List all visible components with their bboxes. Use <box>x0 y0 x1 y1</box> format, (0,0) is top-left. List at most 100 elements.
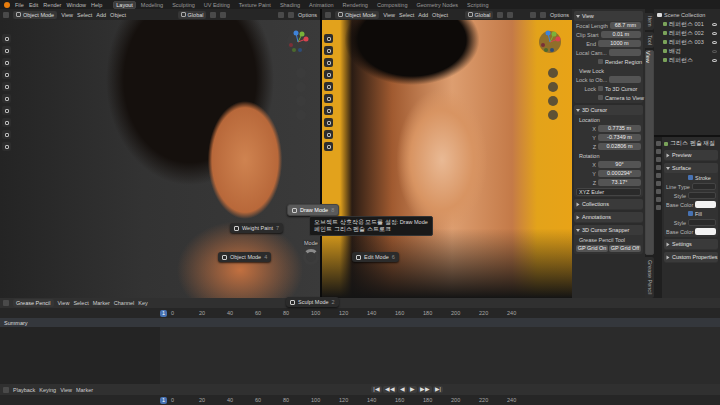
sidebar-tab[interactable]: Grease Pencil <box>645 257 654 298</box>
checkbox[interactable] <box>688 175 693 180</box>
property-field[interactable]: 0.7735 m <box>598 125 641 132</box>
playback-button[interactable]: ◀ <box>398 386 407 393</box>
menu-item[interactable]: Render <box>43 2 61 8</box>
menu-item[interactable]: View <box>60 387 72 393</box>
checkbox-label[interactable]: Fill <box>695 211 702 217</box>
menu-item[interactable]: Window <box>66 2 86 8</box>
tool-icon[interactable] <box>324 82 333 91</box>
dropdown[interactable]: XYZ Euler <box>576 188 641 196</box>
current-frame[interactable]: 1 <box>160 397 167 404</box>
menu-item[interactable]: View <box>58 300 70 306</box>
tool-icon[interactable] <box>324 130 333 139</box>
property-field[interactable]: 73.17° <box>598 179 641 186</box>
pie-item[interactable]: Object Mode4 <box>218 252 271 262</box>
playback-button[interactable]: |◀ <box>371 386 381 393</box>
workspace-tab[interactable]: Sculpting <box>168 1 199 9</box>
channel-row[interactable]: Summary <box>0 318 720 327</box>
eye-icon[interactable] <box>712 41 717 44</box>
visibility-icon[interactable] <box>530 12 536 18</box>
workspace-tab[interactable]: UV Editing <box>200 1 234 9</box>
property-field[interactable]: 0.02806 m <box>598 143 641 150</box>
grid-icon[interactable] <box>296 110 306 120</box>
zoom-icon[interactable] <box>296 68 306 78</box>
disclosure-icon[interactable] <box>577 215 580 219</box>
visibility-icon[interactable] <box>278 12 284 18</box>
playback-button[interactable]: ▶▶ <box>418 386 432 393</box>
pie-item[interactable]: Edit Mode6 <box>352 252 399 262</box>
tool-icon[interactable] <box>324 94 333 103</box>
checkbox[interactable] <box>688 211 693 216</box>
workspace-tab[interactable]: Layout <box>113 1 136 9</box>
panel-header[interactable]: Preview <box>664 150 718 160</box>
menu-item[interactable]: Channel <box>114 300 135 306</box>
outliner-item[interactable]: 레퍼런스 001 <box>656 20 718 28</box>
outliner-item[interactable]: 배경 <box>656 47 718 55</box>
workspace-tab[interactable]: Scripting <box>463 1 492 9</box>
workspace-tab[interactable]: Rendering <box>339 1 372 9</box>
tool-icon[interactable] <box>324 70 333 79</box>
panel-header[interactable]: 3D Cursor Snapper <box>574 225 643 235</box>
tool-icon[interactable] <box>2 130 11 139</box>
editor-type-icon[interactable] <box>3 12 9 18</box>
pan-icon[interactable] <box>548 82 558 92</box>
color-swatch[interactable] <box>695 201 716 208</box>
grid-icon[interactable] <box>548 110 558 120</box>
menu-item[interactable]: Add <box>418 12 428 18</box>
tool-icon[interactable] <box>2 46 11 55</box>
menu-item[interactable]: Select <box>73 300 88 306</box>
color-swatch[interactable] <box>695 228 716 235</box>
orientation-dropdown[interactable]: Global <box>465 11 494 19</box>
proportional-icon[interactable] <box>507 12 513 18</box>
menu-item[interactable]: Keying <box>39 387 56 393</box>
mode-dropdown[interactable]: Object Mode <box>335 11 379 19</box>
workspace-tab[interactable]: Shading <box>276 1 304 9</box>
disclosure-icon[interactable] <box>576 229 580 232</box>
camera-icon[interactable] <box>296 96 306 106</box>
tool-icon[interactable] <box>2 70 11 79</box>
workspace-tab[interactable]: Compositing <box>373 1 412 9</box>
outliner-item[interactable]: 레퍼런스 <box>656 56 718 64</box>
sidebar-tab[interactable]: Tool <box>645 32 654 48</box>
menu-item[interactable]: File <box>15 2 24 8</box>
property-field[interactable]: -0.7349 m <box>598 134 641 141</box>
properties-tab-icon[interactable] <box>656 197 661 202</box>
checkbox[interactable] <box>598 95 603 100</box>
panel-header[interactable]: Surface <box>664 163 718 173</box>
properties-tab-icon[interactable] <box>656 189 661 194</box>
menu-item[interactable]: View <box>383 12 395 18</box>
tool-icon[interactable] <box>2 34 11 43</box>
properties-tab-icon[interactable] <box>656 157 661 162</box>
disclosure-icon[interactable] <box>577 202 580 206</box>
snap-icon[interactable] <box>210 12 216 18</box>
properties-tab-icon[interactable] <box>656 181 661 186</box>
tool-button[interactable]: GP Grid Off <box>609 245 641 252</box>
eye-icon[interactable] <box>712 32 717 35</box>
sidebar-tab[interactable]: Item <box>645 13 654 30</box>
outliner-item[interactable]: 레퍼런스 003 <box>656 38 718 46</box>
checkbox[interactable] <box>598 86 603 91</box>
pie-item[interactable]: Weight Paint7 <box>230 223 283 233</box>
menu-item[interactable]: Marker <box>93 300 110 306</box>
workspace-tab[interactable]: Geometry Nodes <box>413 1 463 9</box>
panel-header[interactable]: Collections <box>574 199 643 209</box>
tool-icon[interactable] <box>324 34 333 43</box>
properties-tab-icon[interactable] <box>656 173 661 178</box>
mode-dropdown[interactable]: Object Mode <box>13 11 57 19</box>
blender-logo-icon[interactable] <box>4 2 10 8</box>
zoom-icon[interactable] <box>548 68 558 78</box>
tool-icon[interactable] <box>324 58 333 67</box>
keyframe-area[interactable] <box>0 327 720 384</box>
disclosure-icon[interactable] <box>576 15 580 18</box>
eye-icon[interactable] <box>712 59 717 62</box>
editor-type-icon[interactable] <box>3 387 9 393</box>
property-field[interactable]: 1000 m <box>598 40 641 47</box>
menu-item[interactable]: Select <box>399 12 414 18</box>
disclosure-icon[interactable] <box>666 167 670 170</box>
eye-icon[interactable] <box>712 23 717 26</box>
proportional-icon[interactable] <box>220 12 226 18</box>
disclosure-icon[interactable] <box>576 109 580 112</box>
shading-icon[interactable] <box>288 12 294 18</box>
property-field[interactable]: 68.7 mm <box>610 22 641 29</box>
properties-tab-icon[interactable] <box>656 141 661 146</box>
menu-item[interactable]: Object <box>432 12 448 18</box>
